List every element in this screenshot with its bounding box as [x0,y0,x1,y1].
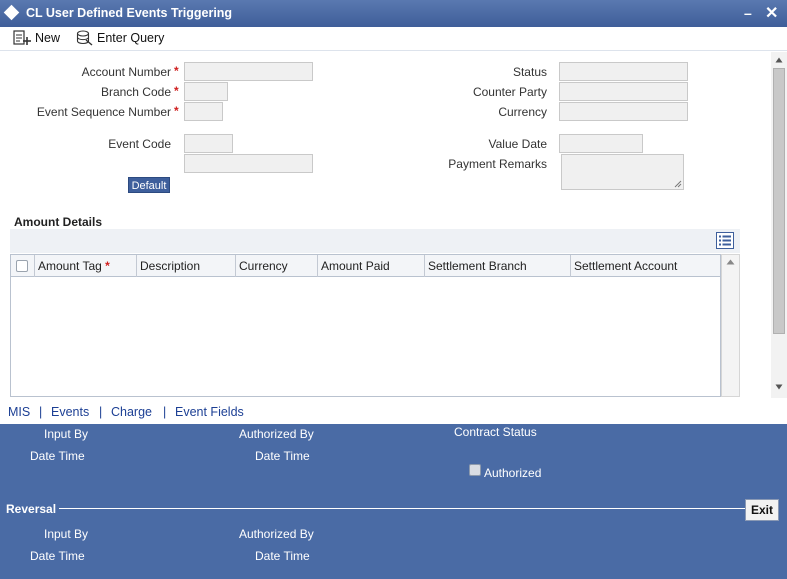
currency-label: Currency [420,105,547,119]
sub-screen-tabs: MIS | Events | Charge | Event Fields [0,404,787,424]
counter-party-label: Counter Party [420,85,547,99]
authorized-label: Authorized [484,466,542,480]
new-document-icon [13,30,31,45]
required-mark: * [174,104,179,118]
value-date-input[interactable] [559,134,643,153]
tab-event-fields[interactable]: Event Fields [175,405,244,419]
counter-party-label-text: Counter Party [472,85,547,99]
amount-details-title: Amount Details [14,215,103,229]
exit-button[interactable]: Exit [745,499,779,521]
event-code-description-input[interactable] [184,154,313,173]
branch-code-label: Branch Code [40,85,171,99]
tab-separator: | [99,405,103,419]
amount-tag-header-text: Amount Tag [38,259,102,273]
grid-header-currency[interactable]: Currency [236,255,318,277]
grid-header-settlement-branch[interactable]: Settlement Branch [425,255,571,277]
account-number-label: Account Number [40,65,171,79]
single-view-icon[interactable] [716,232,734,249]
tab-separator: | [39,405,43,419]
scroll-up-icon[interactable] [726,259,735,265]
select-all-checkbox[interactable] [16,260,28,272]
event-code-input[interactable] [184,134,233,153]
counter-party-input[interactable] [559,82,688,101]
status-label-text: Status [512,65,547,79]
reversal-label: Reversal [6,502,57,516]
resize-grip-icon[interactable] [674,180,682,188]
amount-details-grid: Amount Tag * Description Currency Amount… [10,254,721,397]
payment-remarks-label: Payment Remarks [420,157,547,171]
scroll-down-icon[interactable] [775,384,783,390]
authorized-by-label: Authorized By [239,427,314,441]
window-icon [3,4,20,21]
new-button[interactable]: New [13,30,60,46]
reversal-date-time-label: Date Time [30,549,85,563]
scroll-up-icon[interactable] [775,57,783,63]
status-label: Status [420,65,547,79]
event-sequence-number-input[interactable] [184,102,223,121]
input-by-label: Input By [44,427,89,441]
reversal-divider [59,508,745,509]
grid-header-select [11,255,35,277]
close-icon[interactable]: ✕ [765,3,778,23]
event-sequence-number-label: Event Sequence Number [20,105,171,119]
grid-header-row: Amount Tag * Description Currency Amount… [11,255,720,277]
currency-input[interactable] [559,102,688,121]
required-mark: * [174,84,179,98]
account-number-label-text: Account Number [81,65,171,79]
query-icon [76,30,93,46]
grid-toolbar [10,229,740,253]
value-date-label: Value Date [420,137,547,151]
grid-header-amount-tag[interactable]: Amount Tag * [35,255,137,277]
reversal-input-by-label: Input By [44,527,89,541]
grid-header-settlement-account[interactable]: Settlement Account [571,255,720,277]
tab-separator: | [163,405,167,419]
payment-remarks-textarea[interactable] [561,154,684,190]
date-time-label: Date Time [30,449,85,463]
currency-label-text: Currency [498,105,547,119]
reversal-date-time-label: Date Time [255,549,310,563]
toolbar: New Enter Query [0,27,787,51]
date-time-label: Date Time [255,449,310,463]
status-input[interactable] [559,62,688,81]
title-bar: CL User Defined Events Triggering – ✕ [0,0,787,27]
payment-remarks-label-text: Payment Remarks [448,157,547,171]
grid-header-description[interactable]: Description [137,255,236,277]
enter-query-label: Enter Query [97,31,165,45]
required-mark: * [105,259,110,273]
tab-mis[interactable]: MIS [8,405,30,419]
reversal-authorized-by-label: Authorized By [239,527,314,541]
authorized-checkbox[interactable] [469,464,481,476]
tab-charge[interactable]: Charge [111,405,152,419]
minimize-icon[interactable]: – [744,5,752,21]
default-button[interactable]: Default [128,177,170,193]
required-mark: * [174,64,179,78]
event-code-label: Event Code [40,137,171,151]
grid-header-amount-paid[interactable]: Amount Paid [318,255,425,277]
branch-code-input[interactable] [184,82,228,101]
branch-code-label-text: Branch Code [100,85,171,99]
audit-footer [0,424,787,579]
enter-query-button[interactable]: Enter Query [76,30,164,46]
account-number-input[interactable] [184,62,313,81]
value-date-label-text: Value Date [488,137,547,151]
event-sequence-number-label-text: Event Sequence Number [36,105,171,119]
window-title: CL User Defined Events Triggering [26,6,233,20]
tab-events[interactable]: Events [51,405,89,419]
grid-scrollbar[interactable] [721,254,740,397]
scrollbar-thumb[interactable] [773,68,785,334]
contract-status-label: Contract Status [454,425,537,439]
event-code-label-text: Event Code [108,137,171,151]
new-label: New [35,31,61,45]
